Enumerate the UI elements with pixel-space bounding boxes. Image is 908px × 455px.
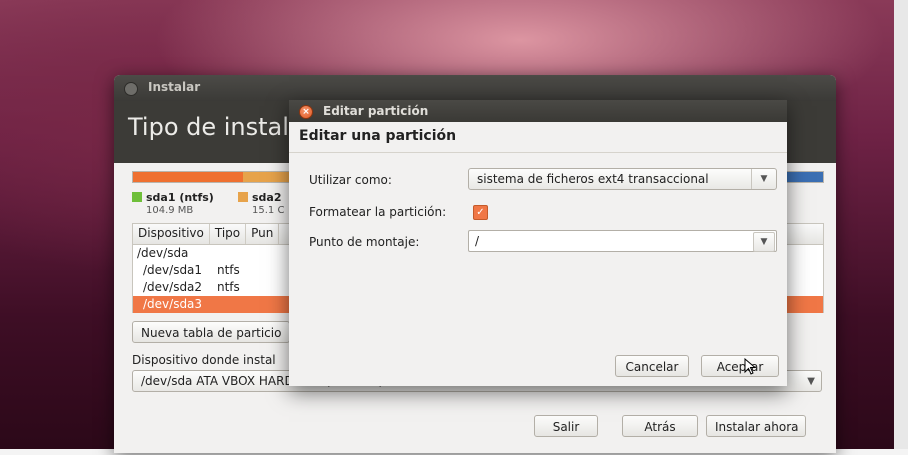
screen-frame-right: [894, 0, 908, 455]
disk-segment-sda3: [783, 172, 823, 182]
format-partition-label: Formatear la partición:: [309, 205, 447, 219]
use-as-value: sistema de ficheros ext4 transaccional: [477, 172, 709, 186]
mouse-cursor-icon: [744, 358, 757, 375]
legend-label: sda1 (ntfs): [146, 191, 214, 204]
close-icon[interactable]: ×: [299, 105, 313, 119]
disk-segment-sda1: [133, 172, 243, 182]
mount-point-value: /: [475, 234, 480, 248]
use-as-combo[interactable]: sistema de ficheros ext4 transaccional ▼: [468, 168, 777, 190]
quit-button[interactable]: Salir: [534, 415, 598, 437]
row-type: ntfs: [217, 280, 240, 294]
window-title: Instalar: [148, 80, 201, 94]
mount-point-input[interactable]: / ▼: [468, 230, 777, 252]
page-title: Tipo de instala: [128, 113, 304, 141]
chevron-down-icon: ▼: [751, 169, 776, 189]
legend-item: sda1 (ntfs) 104.9 MB: [132, 191, 214, 216]
close-icon[interactable]: [124, 82, 138, 96]
dialog-title: Editar partición: [323, 104, 429, 118]
chevron-down-icon[interactable]: ▼: [753, 232, 775, 252]
row-type: ntfs: [217, 263, 240, 277]
legend-label: sda2: [252, 191, 282, 204]
format-partition-checkbox[interactable]: ✓: [473, 205, 488, 220]
column-header-device[interactable]: Dispositivo: [133, 224, 210, 244]
cancel-button[interactable]: Cancelar: [615, 355, 689, 377]
dialog-titlebar: × Editar partición: [289, 100, 787, 122]
row-device: /dev/sda2: [143, 280, 203, 294]
dialog-heading: Editar una partición: [299, 128, 457, 144]
dialog-separator: [289, 152, 787, 153]
use-as-label: Utilizar como:: [309, 173, 392, 187]
install-now-button[interactable]: Instalar ahora: [706, 415, 806, 437]
edit-partition-dialog: × Editar partición Editar una partición …: [289, 100, 787, 386]
back-button[interactable]: Atrás: [622, 415, 698, 437]
legend-swatch: [132, 192, 142, 202]
legend-size: 15.1 C: [252, 205, 285, 216]
accept-button[interactable]: Aceptar: [701, 355, 779, 377]
legend-item: sda2 15.1 C: [238, 191, 284, 216]
mount-point-label: Punto de montaje:: [309, 235, 420, 249]
installer-titlebar: Instalar: [114, 75, 836, 101]
column-header-mount[interactable]: Pun: [246, 224, 280, 244]
legend-swatch: [238, 192, 248, 202]
install-device-label: Dispositivo donde instal: [132, 353, 276, 367]
chevron-down-icon: ▼: [807, 376, 815, 387]
row-device: /dev/sda: [137, 246, 189, 260]
row-device: /dev/sda1: [143, 263, 203, 277]
legend-size: 104.9 MB: [146, 205, 194, 216]
row-device: /dev/sda3: [143, 297, 203, 311]
new-partition-table-button[interactable]: Nueva tabla de particio: [132, 321, 291, 343]
column-header-type[interactable]: Tipo: [210, 224, 247, 244]
